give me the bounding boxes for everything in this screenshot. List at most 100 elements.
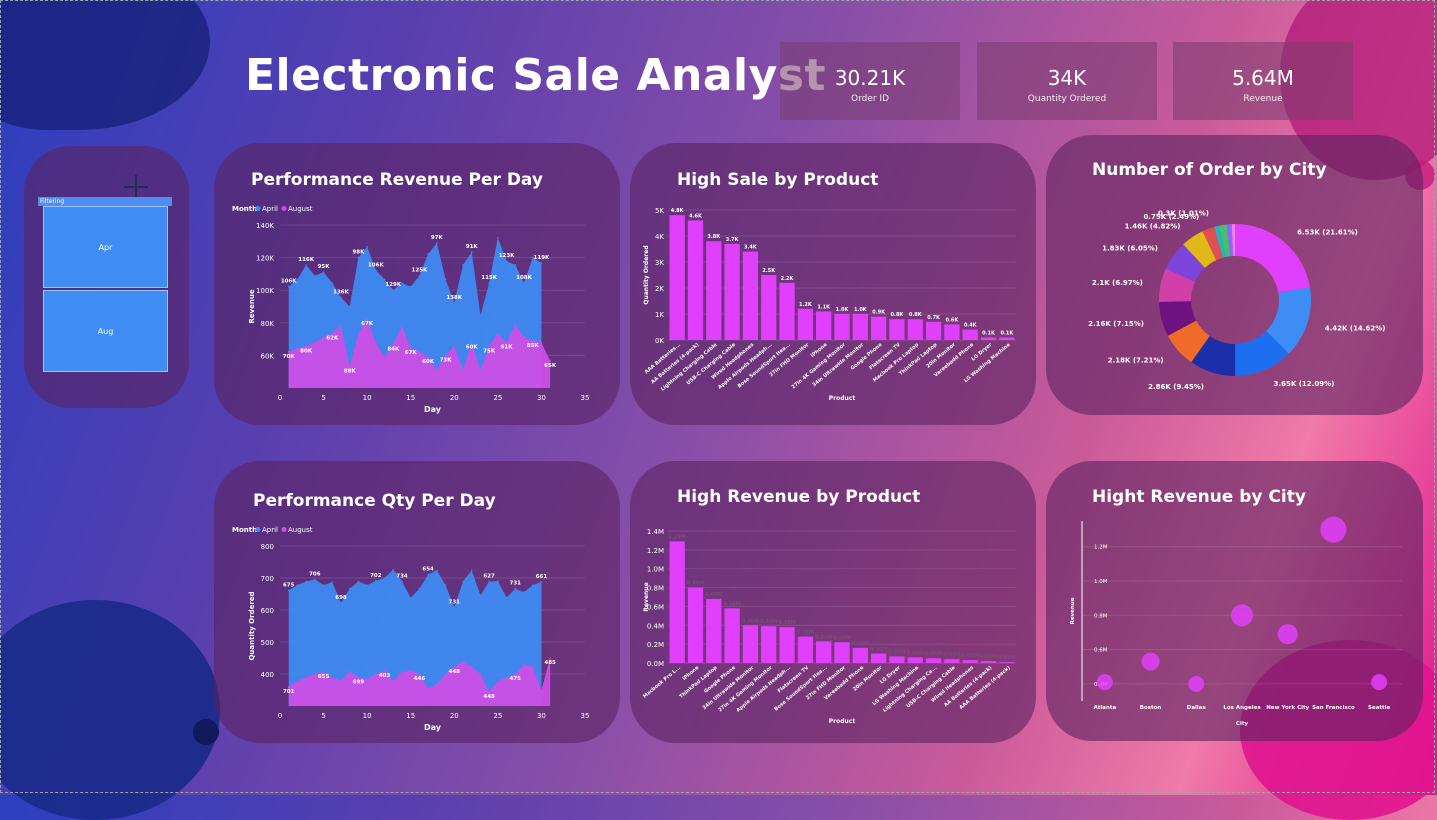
bar (944, 659, 960, 663)
y-tick-label: 0.2M (647, 641, 664, 649)
data-label: 62K (326, 336, 339, 342)
data-label: 475 (510, 676, 522, 682)
move-handle-icon[interactable] (124, 175, 148, 199)
slice-data-label: 2.18K (7.21%) (1108, 357, 1164, 365)
scatter-point (1096, 674, 1113, 691)
data-point (375, 673, 377, 675)
x-tick-label: San Francisco (1312, 705, 1355, 711)
decor-blob-top-left (0, 0, 210, 130)
data-point (479, 369, 482, 371)
bar-data-label: 4.6K (689, 213, 703, 219)
kpi-revenue: 5.64M Revenue (1173, 42, 1353, 120)
data-point (523, 591, 525, 594)
data-label: 485 (544, 660, 556, 666)
data-label: 655 (318, 674, 330, 680)
x-tick-label: 20 (450, 712, 459, 720)
y-tick-label: 60K (261, 352, 275, 360)
y-axis-label: Quantity Ordered (643, 245, 650, 304)
data-point (392, 289, 395, 291)
data-point (331, 676, 334, 679)
bar-data-label: 1.2K (799, 302, 813, 308)
bar-data-label: 2.5K (762, 268, 776, 274)
data-point (540, 581, 543, 583)
data-point (348, 305, 351, 308)
data-point (523, 336, 525, 339)
bar-data-label: 0.03M (962, 653, 979, 659)
data-point (305, 676, 307, 679)
data-point (296, 680, 299, 682)
slice-data-label: 4.42K (14.62%) (1325, 324, 1386, 332)
data-point (549, 657, 551, 659)
y-tick-label: 3K (655, 259, 664, 267)
bar (687, 220, 704, 340)
x-tick-label: 15 (406, 394, 415, 402)
bar (870, 653, 887, 663)
data-point (462, 264, 464, 266)
x-tick-label: Boston (1140, 705, 1162, 711)
data-point (505, 676, 508, 679)
bar (706, 598, 722, 663)
scatter-point (1371, 674, 1388, 691)
data-point (488, 580, 490, 583)
legend-title: Month (232, 205, 257, 213)
data-label: 108K (516, 275, 532, 281)
y-tick-label: 120K (256, 255, 274, 263)
bar (761, 275, 777, 340)
x-tick-label: New York City (1266, 705, 1309, 711)
data-label: 136K (333, 289, 349, 295)
data-label: 699 (353, 680, 365, 686)
filter-option-apr[interactable]: Apr (43, 206, 168, 288)
y-tick-label: 4K (655, 233, 664, 241)
data-point (305, 264, 307, 266)
bar-data-label: 0.80M (687, 581, 704, 587)
bar-data-label: 2.2K (781, 276, 795, 282)
data-point (418, 587, 421, 590)
bar (925, 321, 942, 340)
data-label: 734 (396, 574, 408, 580)
data-point (505, 260, 508, 263)
bar (870, 316, 887, 340)
bar (779, 282, 795, 340)
bar (669, 215, 685, 340)
data-point (322, 336, 325, 339)
slice-data-label: 0.3K (1.01%) (1158, 210, 1209, 218)
data-label: 654 (422, 566, 434, 572)
data-point (383, 670, 386, 672)
data-point (418, 673, 421, 675)
kpi-value: 34K (1047, 66, 1087, 90)
x-tick-label: 10 (363, 712, 372, 720)
data-point (305, 580, 307, 583)
bar (944, 324, 960, 340)
bar (687, 587, 704, 663)
data-label: 65K (544, 363, 557, 369)
bar-data-label: 0.01M (998, 655, 1015, 661)
data-point (322, 671, 325, 673)
chart-order-by-city: 6.53K (21.61%) 4.42K (14.62%) 3.65K (12.09… (1088, 210, 1386, 391)
bar (797, 636, 814, 663)
y-tick-label: 5K (655, 207, 664, 215)
data-point (383, 356, 386, 359)
data-label: 98K (352, 250, 365, 256)
data-point (383, 577, 386, 579)
bar (889, 319, 905, 340)
bar-data-label: 0.8K (891, 312, 905, 318)
data-label: 73K (440, 357, 453, 363)
data-point (392, 568, 395, 571)
data-point (531, 584, 534, 586)
bar-data-label: 0.16M (852, 641, 869, 647)
data-point (427, 573, 429, 576)
data-point (340, 602, 342, 604)
data-label: 125K (412, 268, 428, 274)
data-label: 448 (483, 694, 495, 700)
data-point (488, 690, 490, 693)
data-point (287, 285, 290, 288)
bar-data-label: 0.04M (943, 652, 960, 658)
y-tick-label: 1.0M (1094, 579, 1108, 585)
legend-entry: April (262, 205, 278, 213)
legend-entry: August (288, 526, 313, 534)
filter-option-aug[interactable]: Aug (43, 290, 168, 372)
bar (761, 626, 777, 663)
filter-header: Filtering (38, 197, 172, 206)
y-tick-label: 0.4M (647, 622, 664, 630)
data-label: 61K (501, 345, 514, 351)
